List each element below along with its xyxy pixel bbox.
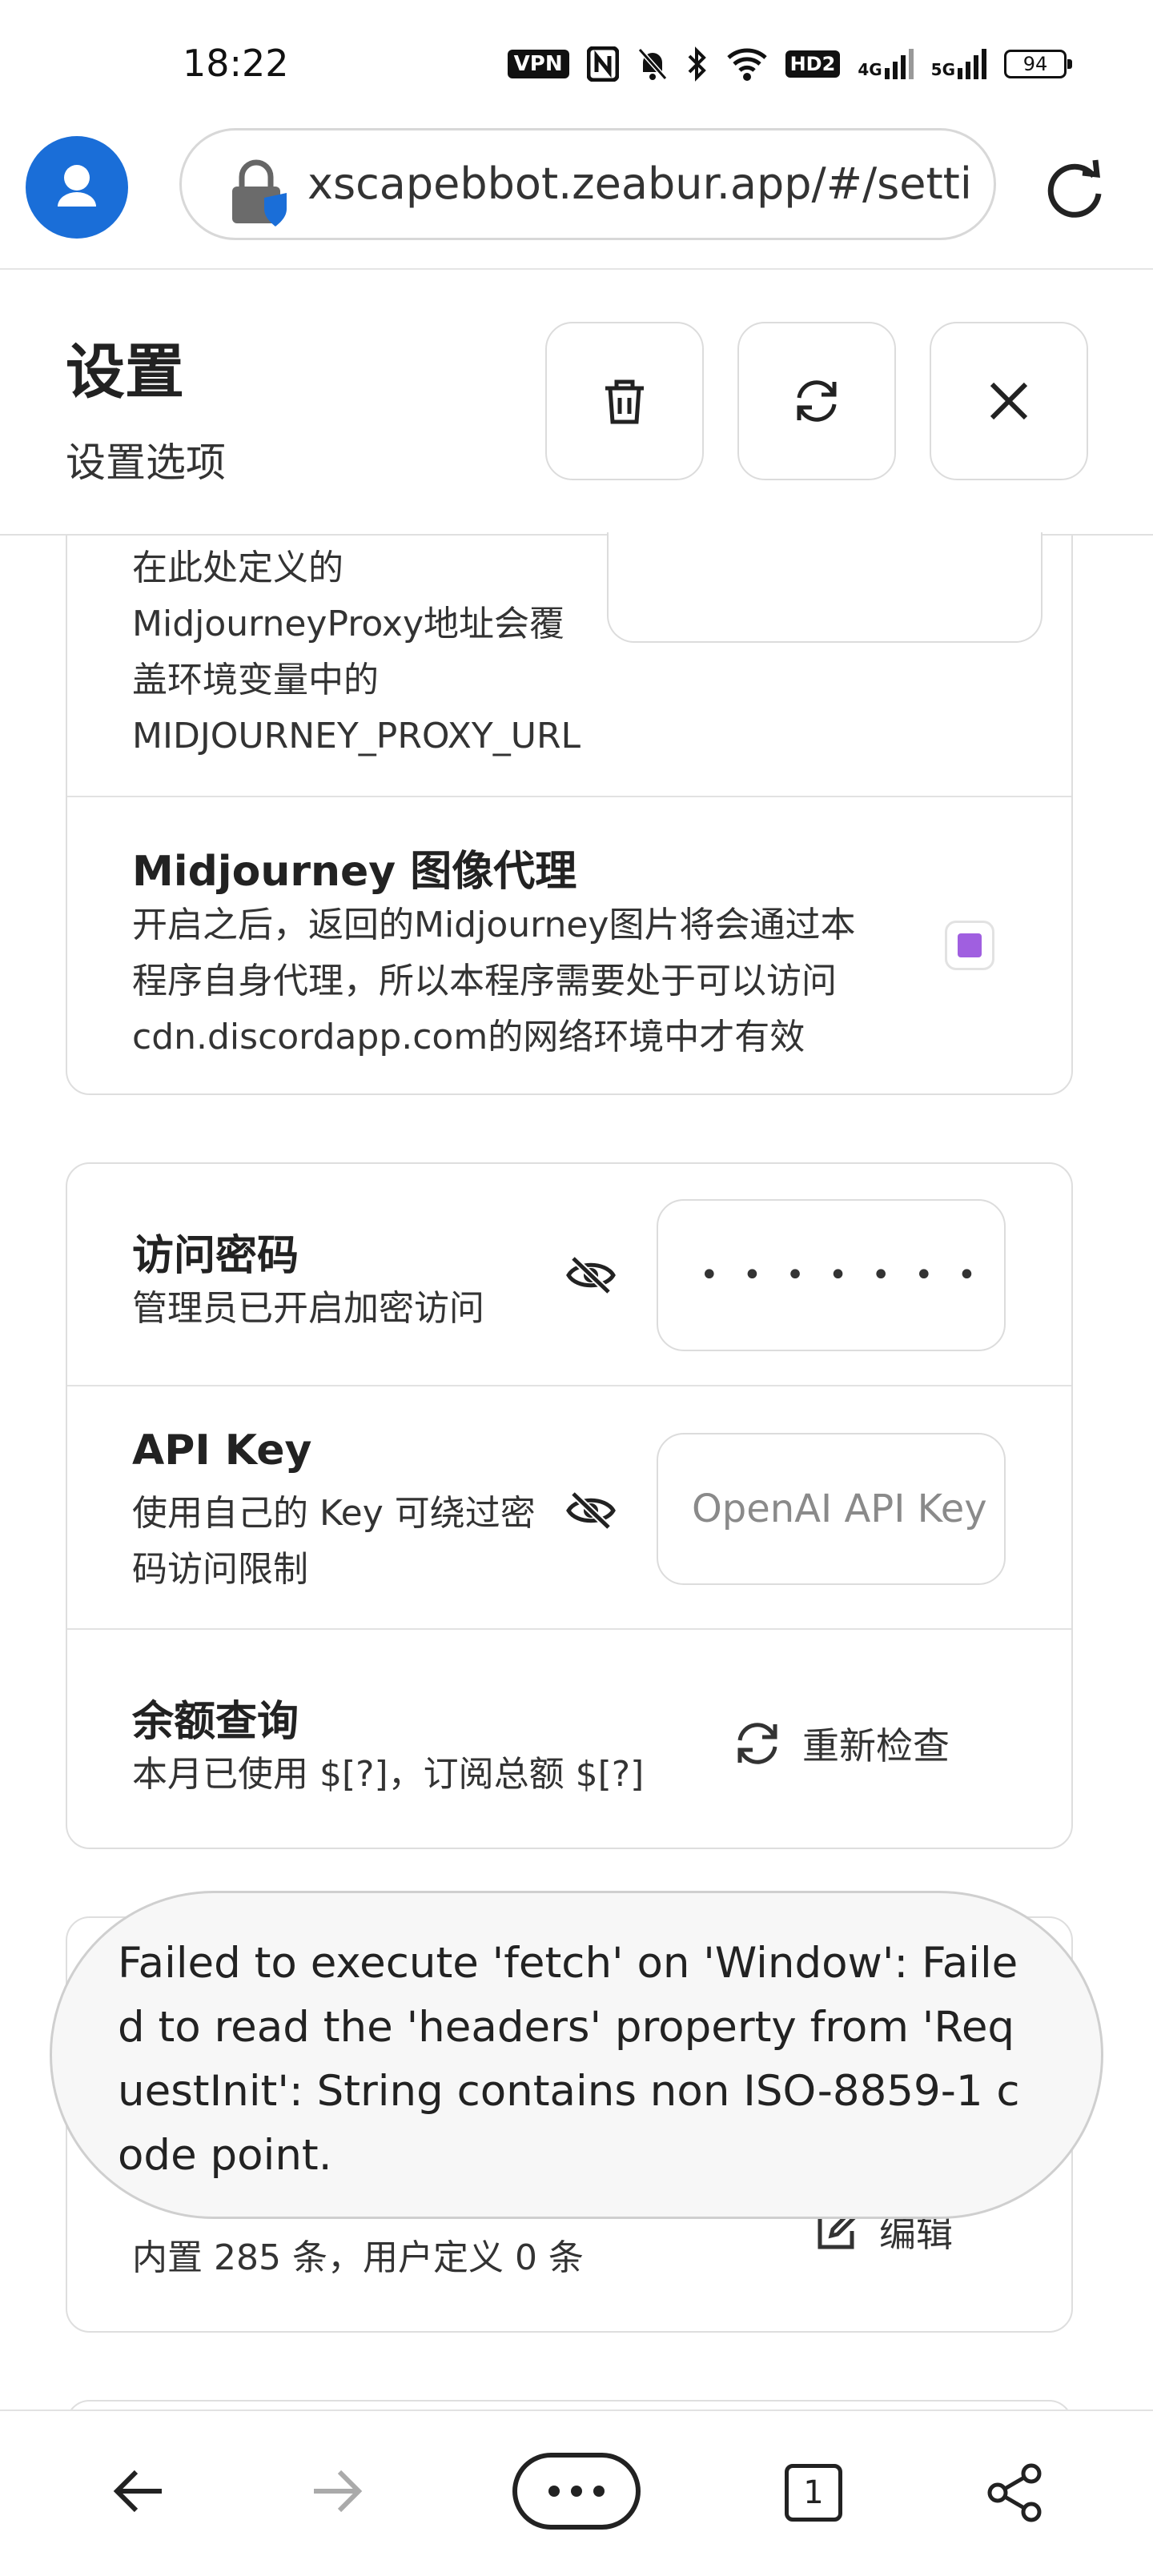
bluetooth-icon bbox=[688, 46, 706, 82]
error-toast: Failed to execute 'fetch' on 'Window': F… bbox=[50, 1891, 1103, 2219]
image-proxy-title: Midjourney 图像代理 bbox=[132, 848, 577, 896]
tabs-button[interactable]: 1 bbox=[785, 2464, 842, 2522]
dot-icon bbox=[593, 2486, 605, 2497]
dot-icon bbox=[571, 2486, 582, 2497]
more-menu-button[interactable] bbox=[512, 2453, 641, 2530]
proxy-url-desc-1: 在此处定义的 bbox=[132, 548, 343, 588]
lock-shield-icon bbox=[232, 159, 287, 227]
tabs-count: 1 bbox=[803, 2474, 824, 2511]
access-code-input[interactable]: •••••••• bbox=[657, 1199, 1006, 1351]
dot-icon bbox=[548, 2486, 560, 2497]
api-key-desc-2: 码访问限制 bbox=[132, 1549, 308, 1590]
vpn-icon: VPN bbox=[507, 50, 569, 78]
url-text[interactable]: xscapebbot.zeabur.app/#/settings bbox=[307, 158, 972, 209]
profile-avatar[interactable] bbox=[26, 136, 128, 239]
row-divider bbox=[67, 1628, 1071, 1630]
image-proxy-desc-2: 程序自身代理，所以本程序需要处于可以访问 bbox=[132, 961, 837, 1001]
trash-icon bbox=[605, 379, 644, 424]
forward-arrow-icon[interactable] bbox=[309, 2466, 365, 2517]
signal-5g-icon: 5G bbox=[931, 49, 986, 79]
status-time: 18:22 bbox=[183, 42, 289, 85]
recheck-label: 重新检查 bbox=[802, 1724, 950, 1767]
access-code-desc: 管理员已开启加密访问 bbox=[132, 1288, 484, 1329]
recheck-button[interactable]: 重新检查 bbox=[733, 1713, 950, 1774]
reload-icon[interactable] bbox=[1041, 158, 1108, 226]
image-proxy-desc-1: 开启之后，返回的Midjourney图片将会通过本 bbox=[132, 905, 856, 945]
hd-voice-icon: HD2 bbox=[785, 50, 841, 78]
proxy-url-desc-2: MidjourneyProxy地址会覆 bbox=[132, 604, 564, 644]
clear-data-button-face[interactable] bbox=[545, 322, 704, 480]
wifi-icon bbox=[726, 48, 767, 81]
nfc-icon bbox=[586, 46, 619, 82]
api-key-title: API Key bbox=[132, 1426, 312, 1475]
api-key-input[interactable]: OpenAI API Key bbox=[657, 1433, 1006, 1585]
mute-bell-icon bbox=[637, 48, 667, 80]
access-code-title: 访问密码 bbox=[132, 1232, 299, 1280]
proxy-url-desc-3: 盖环境变量中的 bbox=[132, 660, 379, 700]
checkbox-checked-mark bbox=[958, 933, 982, 957]
api-key-placeholder: OpenAI API Key bbox=[692, 1487, 987, 1531]
proxy-url-input[interactable] bbox=[607, 532, 1043, 643]
close-icon bbox=[990, 382, 1028, 420]
row-divider bbox=[67, 796, 1071, 797]
user-icon bbox=[58, 165, 96, 207]
eye-off-icon[interactable] bbox=[565, 1491, 617, 1531]
proxy-url-desc-4: MIDJOURNEY_PROXY_URL bbox=[132, 716, 581, 756]
close-button-face[interactable] bbox=[930, 322, 1088, 480]
balance-desc: 本月已使用 $[?]，订阅总额 $[?] bbox=[132, 1754, 645, 1795]
row-divider bbox=[67, 1385, 1071, 1386]
image-proxy-desc-3: cdn.discordapp.com的网络环境中才有效 bbox=[132, 1017, 805, 1057]
battery-icon: 94 bbox=[1004, 50, 1072, 78]
status-icons: VPN HD2 4G 5G 94 bbox=[507, 40, 1072, 88]
eye-off-icon[interactable] bbox=[565, 1255, 617, 1295]
share-icon[interactable] bbox=[986, 2462, 1044, 2523]
reset-icon bbox=[797, 380, 837, 422]
reset-button-face[interactable] bbox=[737, 322, 896, 480]
prompt-count-desc: 内置 285 条，用户定义 0 条 bbox=[132, 2237, 584, 2278]
refresh-icon bbox=[737, 1723, 777, 1764]
image-proxy-checkbox[interactable] bbox=[945, 921, 994, 970]
access-code-value: •••••••• bbox=[700, 1257, 1004, 1294]
page-title-text: 设置 bbox=[66, 338, 184, 407]
api-key-desc-1: 使用自己的 Key 可绕过密 bbox=[132, 1493, 536, 1534]
balance-title: 余额查询 bbox=[132, 1698, 299, 1746]
signal-4g-icon: 4G bbox=[858, 49, 914, 79]
page-subtitle-text: 设置选项 bbox=[66, 439, 226, 486]
back-arrow-icon[interactable] bbox=[110, 2466, 167, 2517]
